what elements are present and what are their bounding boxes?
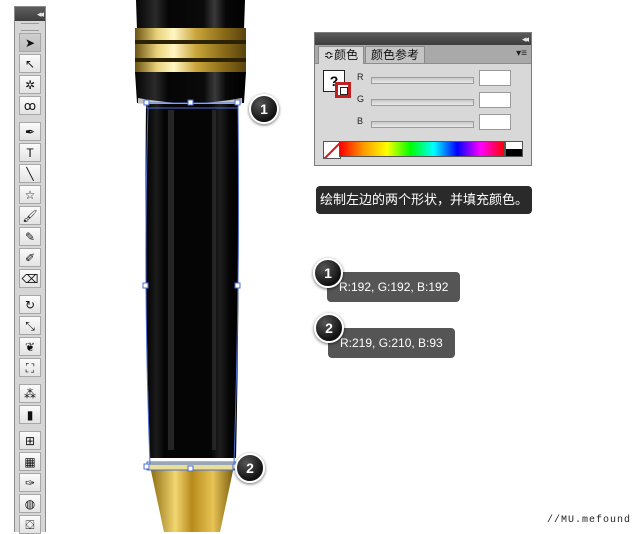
tool-separator: [15, 288, 45, 293]
pen-tool[interactable]: ✒: [19, 122, 41, 141]
black-white-swatch[interactable]: [505, 141, 523, 157]
tab-color[interactable]: ≎颜色: [318, 46, 365, 64]
step-2-color-label: R:219, G:210, B:93: [328, 328, 455, 358]
pen-body: [145, 104, 239, 458]
tool-list: ➤ ↖ ✲ ꝏ ✒ T ╲ ☆ 🖌 ✎ ✐ ⌫ ↻ ⤡ ❦ ⛶ ⁂ ▮ ⊞ ▦ ✑ ◍ ⛋: [15, 33, 45, 534]
step-badge-1: 1: [249, 94, 279, 124]
channel-r-input[interactable]: [479, 70, 511, 86]
column-graph-tool[interactable]: ▮: [19, 405, 41, 424]
eyedropper-tool[interactable]: ✑: [19, 473, 41, 492]
instruction-tooltip: 绘制左边的两个形状，并填充颜色。: [316, 186, 532, 214]
direct-selection-tool[interactable]: ↖: [19, 54, 41, 73]
channel-r: R: [355, 70, 525, 88]
blob-brush-tool[interactable]: ✐: [19, 248, 41, 267]
tab-arrows-icon: ≎: [324, 48, 335, 62]
blob-brush-icon: ✐: [24, 250, 36, 265]
eyedropper-icon: ✑: [24, 475, 36, 490]
free-transform-icon: ⛶: [25, 360, 35, 375]
gradient-tool[interactable]: ▦: [19, 452, 41, 471]
line-segment-tool[interactable]: ╲: [19, 164, 41, 183]
color-panel-tabs: ≎颜色 颜色参考 ▾≡: [315, 45, 531, 64]
rotate-tool[interactable]: ↻: [19, 295, 41, 314]
tool-separator: [15, 115, 45, 120]
symbol-sprayer-tool[interactable]: ⁂: [19, 384, 41, 403]
lasso-tool[interactable]: ꝏ: [19, 96, 41, 115]
collapse-icon[interactable]: ◂◂: [37, 8, 44, 20]
paintbrush-tool[interactable]: 🖌: [19, 206, 41, 225]
channel-r-slider[interactable]: [371, 77, 474, 84]
channel-g-slider[interactable]: [371, 99, 474, 106]
step-1-badge: 1: [313, 258, 343, 288]
gradient-icon: ▦: [24, 454, 36, 469]
channel-b-input[interactable]: [479, 114, 511, 130]
step-badge-2: 2: [235, 453, 265, 483]
channel-b: B: [355, 114, 525, 132]
mesh-tool[interactable]: ⊞: [19, 431, 41, 450]
tools-panel-header[interactable]: ◂◂: [15, 7, 45, 21]
color-spectrum[interactable]: [339, 141, 505, 157]
tool-separator: [15, 424, 45, 429]
tab-color-guide-label: 颜色参考: [371, 48, 420, 62]
pen-tip: [150, 466, 234, 532]
blend-tool[interactable]: ◍: [19, 494, 41, 513]
type-icon: T: [26, 145, 34, 160]
channel-g: G: [355, 92, 525, 110]
channel-g-input[interactable]: [479, 92, 511, 108]
watermark: //MU.mefound: [546, 515, 631, 526]
selection-tool[interactable]: ➤: [19, 33, 41, 52]
star-icon: ☆: [24, 187, 36, 202]
column-graph-icon: ▮: [26, 407, 34, 422]
channel-g-label: G: [357, 94, 365, 104]
tool-separator: [15, 377, 45, 382]
blend-icon: ◍: [24, 496, 36, 511]
paintbrush-icon: 🖌: [22, 208, 38, 223]
warp-icon: ❦: [24, 339, 36, 354]
tab-color-guide[interactable]: 颜色参考: [365, 46, 426, 63]
pencil-icon: ✎: [24, 229, 36, 244]
pen-gold-band: [135, 28, 246, 72]
color-panel: ◂◂ ≎颜色 颜色参考 ▾≡ ? R G B: [314, 32, 532, 166]
stroke-swatch[interactable]: [335, 82, 351, 98]
live-paint-bucket-tool[interactable]: ⛋: [19, 515, 41, 534]
fill-stroke-swatches: ?: [323, 70, 359, 104]
channel-b-label: B: [357, 116, 364, 126]
free-transform-tool[interactable]: ⛶: [19, 358, 41, 377]
eraser-tool[interactable]: ⌫: [19, 269, 41, 288]
selection-icon: ➤: [24, 35, 36, 50]
tab-color-label: 颜色: [334, 48, 359, 62]
step-1-color-label: R:192, G:192, B:192: [327, 272, 461, 302]
channel-r-label: R: [357, 72, 364, 82]
magic-wand-icon: ✲: [24, 77, 36, 92]
live-paint-bucket-icon: ⛋: [25, 517, 35, 532]
step-2-badge: 2: [314, 313, 344, 343]
channel-b-slider[interactable]: [371, 121, 474, 128]
tools-grip[interactable]: [21, 23, 39, 31]
eraser-icon: ⌫: [21, 271, 39, 286]
tools-panel: ◂◂ ➤ ↖ ✲ ꝏ ✒ T ╲ ☆ 🖌 ✎ ✐ ⌫ ↻ ⤡ ❦ ⛶ ⁂ ▮ ⊞ ▦ ✑ ◍ ⛋: [14, 6, 46, 534]
star-tool[interactable]: ☆: [19, 185, 41, 204]
symbol-sprayer-icon: ⁂: [24, 386, 36, 401]
mesh-icon: ⊞: [24, 433, 36, 448]
lasso-icon: ꝏ: [23, 98, 37, 113]
line-segment-icon: ╲: [26, 166, 34, 181]
pencil-tool[interactable]: ✎: [19, 227, 41, 246]
magic-wand-tool[interactable]: ✲: [19, 75, 41, 94]
collapse-icon[interactable]: ◂◂: [522, 33, 529, 45]
pen-cap: [136, 0, 245, 30]
scale-tool[interactable]: ⤡: [19, 316, 41, 335]
scale-icon: ⤡: [25, 318, 35, 333]
color-panel-titlebar[interactable]: ◂◂: [315, 33, 531, 45]
warp-tool[interactable]: ❦: [19, 337, 41, 356]
rotate-icon: ↻: [24, 297, 36, 312]
direct-selection-icon: ↖: [24, 56, 36, 71]
pen-icon: ✒: [24, 124, 36, 139]
panel-menu-icon[interactable]: ▾≡: [516, 47, 527, 60]
type-tool[interactable]: T: [19, 143, 41, 162]
